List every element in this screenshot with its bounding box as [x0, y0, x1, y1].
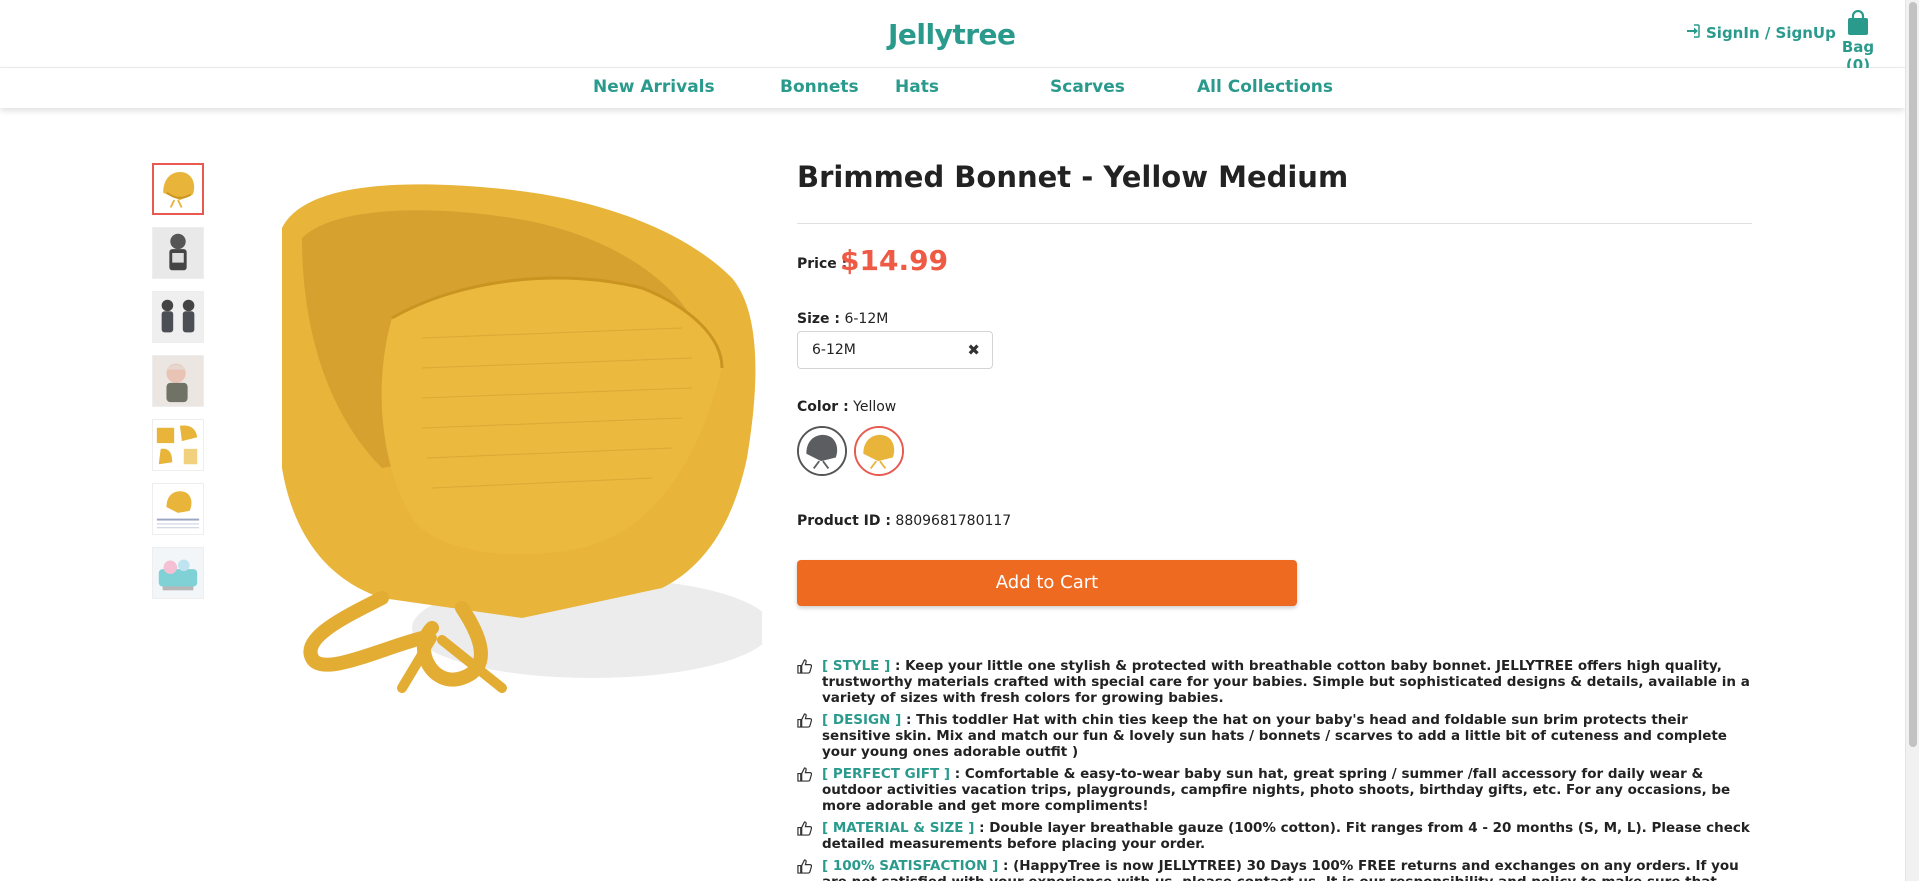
feature-tag: [ DESIGN ] — [822, 712, 902, 728]
product-thumbnail-3[interactable] — [152, 291, 204, 343]
product-thumbnail-7[interactable] — [152, 547, 204, 599]
site-logo[interactable]: Jellytree — [888, 18, 1016, 51]
product-id-value: 8809681780117 — [895, 513, 1012, 529]
feature-tag: [ PERFECT GIFT ] — [822, 766, 951, 782]
product-title: Brimmed Bonnet - Yellow Medium — [797, 160, 1349, 194]
color-swatch-gray[interactable] — [797, 426, 847, 476]
color-current-value: Yellow — [853, 399, 897, 415]
product-id-row: Product ID : 8809681780117 — [797, 513, 1011, 529]
color-label-row: Color : Yellow — [797, 399, 896, 415]
size-select-value: 6-12M — [812, 342, 856, 358]
title-divider — [797, 223, 1752, 224]
feature-tag: [ 100% SATISFACTION ] — [822, 858, 999, 874]
clear-icon[interactable]: ✖ — [967, 341, 980, 359]
size-current-value: 6-12M — [844, 311, 889, 327]
product-thumbnail-4[interactable] — [152, 355, 204, 407]
bag-button[interactable]: Bag (0) — [1830, 10, 1886, 74]
feature-item: [ STYLE ] : Keep your little one stylish… — [797, 658, 1757, 706]
feature-tag: [ STYLE ] — [822, 658, 891, 674]
thumbs-up-icon — [797, 859, 812, 874]
product-main-image[interactable] — [262, 168, 762, 703]
color-swatch-yellow[interactable] — [854, 426, 904, 476]
color-label: Color : — [797, 399, 849, 415]
nav-scarves[interactable]: Scarves — [1050, 77, 1125, 97]
product-thumbnail-1[interactable] — [152, 163, 204, 215]
scrollbar-thumb[interactable] — [1909, 2, 1917, 747]
product-id-label: Product ID : — [797, 513, 891, 529]
nav-bonnets[interactable]: Bonnets — [780, 77, 859, 97]
feature-text: : This toddler Hat with chin ties keep t… — [822, 712, 1727, 760]
feature-item: [ PERFECT GIFT ] : Comfortable & easy-to… — [797, 766, 1757, 814]
size-select[interactable]: 6-12M ✖ — [797, 331, 993, 369]
main-nav: New Arrivals Bonnets Hats Scarves All Co… — [0, 68, 1905, 108]
product-thumbnail-2[interactable] — [152, 227, 204, 279]
nav-new-arrivals[interactable]: New Arrivals — [593, 77, 715, 97]
signin-label: SignIn / SignUp — [1706, 24, 1836, 42]
signin-link[interactable]: SignIn / SignUp — [1686, 24, 1836, 42]
feature-list: [ STYLE ] : Keep your little one stylish… — [797, 658, 1757, 881]
feature-text: : Comfortable & easy-to-wear baby sun ha… — [822, 766, 1731, 814]
size-label: Size : — [797, 311, 840, 327]
product-thumbnail-6[interactable] — [152, 483, 204, 535]
thumbs-up-icon — [797, 767, 812, 782]
nav-hats[interactable]: Hats — [895, 77, 939, 97]
add-to-cart-button[interactable]: Add to Cart — [797, 560, 1297, 606]
price-value: $14.99 — [840, 244, 949, 277]
product-thumbnail-5[interactable] — [152, 419, 204, 471]
feature-item: [ 100% SATISFACTION ] : (HappyTree is no… — [797, 858, 1757, 881]
feature-text: : Keep your little one stylish & protect… — [822, 658, 1750, 706]
feature-item: [ DESIGN ] : This toddler Hat with chin … — [797, 712, 1757, 760]
size-label-row: Size : 6-12M — [797, 311, 888, 327]
thumbs-up-icon — [797, 713, 812, 728]
sign-in-icon — [1686, 24, 1700, 42]
page-scrollbar[interactable] — [1905, 0, 1919, 881]
nav-all-collections[interactable]: All Collections — [1197, 77, 1333, 97]
site-header: Jellytree SignIn / SignUp Bag (0) — [0, 0, 1905, 74]
feature-tag: [ MATERIAL & SIZE ] — [822, 820, 975, 836]
feature-item: [ MATERIAL & SIZE ] : Double layer breat… — [797, 820, 1757, 852]
shopping-bag-icon — [1830, 10, 1886, 36]
thumbs-up-icon — [797, 821, 812, 836]
thumbs-up-icon — [797, 659, 812, 674]
